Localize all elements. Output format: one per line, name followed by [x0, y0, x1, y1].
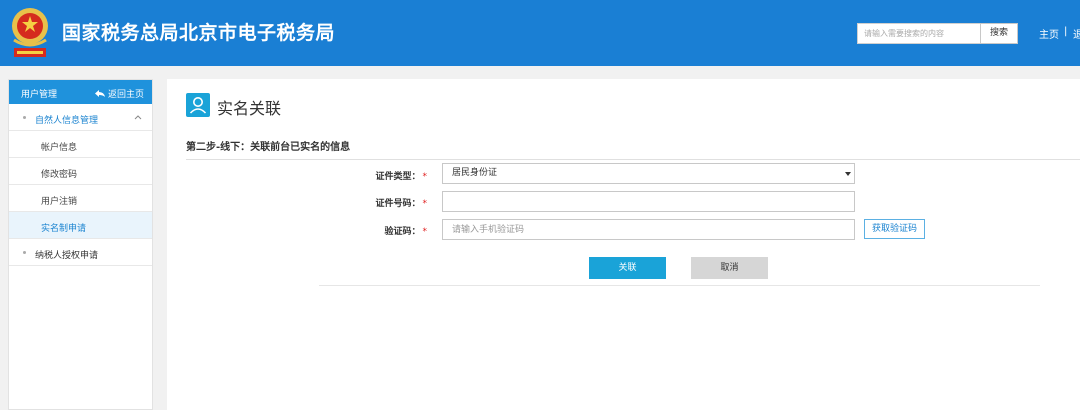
cancel-button[interactable]: 取消 [691, 257, 768, 279]
sidebar-item-account-info[interactable]: 帐户信息 [9, 131, 152, 158]
tax-emblem-logo [12, 8, 48, 57]
search-button[interactable]: 搜索 [980, 23, 1018, 44]
divider [319, 285, 1040, 286]
sidebar-item-label: 实名制申请 [41, 224, 87, 234]
sidebar-header: 用户管理 返回主页 [9, 80, 152, 104]
search-input[interactable] [857, 23, 980, 44]
sidebar-item-label: 帐户信息 [41, 143, 78, 153]
bullet-icon [23, 116, 26, 119]
nav-home-link[interactable]: 主页 [1039, 26, 1059, 41]
id-type-select[interactable]: 居民身份证 [442, 163, 855, 184]
reply-arrow-icon [94, 90, 105, 97]
sidebar: 用户管理 返回主页 自然人信息管理 帐户信息 修改密码 用户注销 实名制申请 纳… [8, 79, 153, 410]
nav-exit-link[interactable]: 退 [1073, 26, 1080, 41]
required-mark: * [422, 227, 428, 237]
chevron-up-icon [134, 115, 142, 120]
nav-separator: | [1064, 26, 1068, 37]
sidebar-item-real-name-apply[interactable]: 实名制申请 [9, 212, 152, 239]
verify-code-input[interactable] [442, 219, 855, 240]
main-panel: 实名关联 第二步-线下：关联前台已实名的信息 证件类型： * 居民身份证 证件号码… [167, 79, 1080, 410]
required-mark: * [422, 172, 428, 182]
bullet-icon [23, 251, 26, 254]
dropdown-arrow-icon [845, 172, 851, 176]
sidebar-group-personal-info[interactable]: 自然人信息管理 [9, 104, 152, 131]
sidebar-item-user-cancel[interactable]: 用户注销 [9, 185, 152, 212]
link-submit-button[interactable]: 关联 [589, 257, 666, 279]
sidebar-group-label: 纳税人授权申请 [35, 251, 99, 261]
verify-code-label: 验证码： * [384, 227, 428, 237]
site-title: 国家税务总局北京市电子税务局 [62, 22, 336, 44]
sidebar-item-change-password[interactable]: 修改密码 [9, 158, 152, 185]
page-title: 实名关联 [217, 99, 282, 118]
id-number-input[interactable] [442, 191, 855, 212]
get-code-button[interactable]: 获取验证码 [864, 219, 925, 239]
required-mark: * [422, 199, 428, 209]
sidebar-item-label: 用户注销 [41, 197, 78, 207]
step-title: 第二步-线下：关联前台已实名的信息 [186, 142, 351, 153]
back-home-link[interactable]: 返回主页 [94, 87, 144, 100]
sidebar-group-taxpayer-auth[interactable]: 纳税人授权申请 [9, 239, 152, 266]
id-number-label: 证件号码： * [375, 199, 428, 209]
divider [186, 159, 1080, 160]
sidebar-group-label: 自然人信息管理 [35, 116, 99, 126]
sidebar-item-label: 修改密码 [41, 170, 78, 180]
top-header: 国家税务总局北京市电子税务局 搜索 主页 | 退 [0, 0, 1080, 66]
back-home-label: 返回主页 [107, 90, 144, 100]
user-icon [186, 93, 210, 117]
id-type-label: 证件类型： * [375, 172, 428, 182]
sidebar-title: 用户管理 [21, 90, 58, 100]
